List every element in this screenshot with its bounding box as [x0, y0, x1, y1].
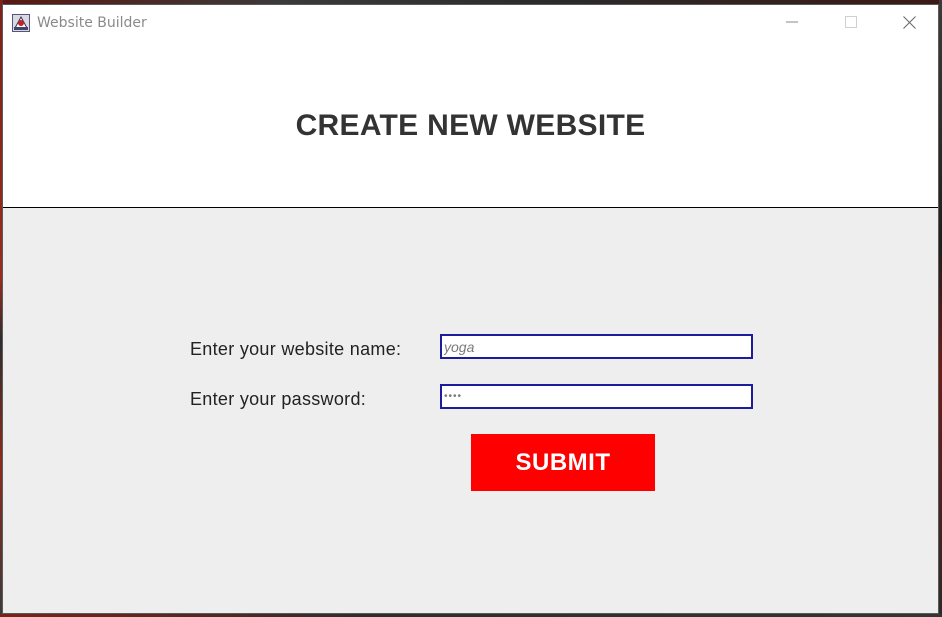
title-bar[interactable]: Website Builder: [3, 5, 938, 41]
form-panel: Enter your website name: Enter your pass…: [3, 208, 938, 613]
website-name-input[interactable]: [440, 334, 753, 359]
close-button[interactable]: [886, 5, 932, 39]
website-name-label: Enter your website name:: [190, 339, 402, 359]
minimize-button[interactable]: [769, 5, 815, 39]
java-app-icon[interactable]: [12, 14, 30, 32]
window-title: Website Builder: [37, 15, 147, 31]
app-window: Website Builder CREATE NEW WEBSITE Enter…: [2, 4, 939, 614]
password-label: Enter your password:: [190, 389, 367, 409]
password-input[interactable]: [440, 384, 753, 409]
maximize-button[interactable]: [828, 5, 874, 39]
page-title: CREATE NEW WEBSITE: [295, 109, 646, 142]
minimize-icon: [786, 16, 798, 28]
header-panel: CREATE NEW WEBSITE: [3, 41, 938, 208]
close-icon: [902, 15, 916, 29]
submit-button[interactable]: SUBMIT: [471, 434, 655, 491]
maximize-icon: [845, 16, 857, 28]
